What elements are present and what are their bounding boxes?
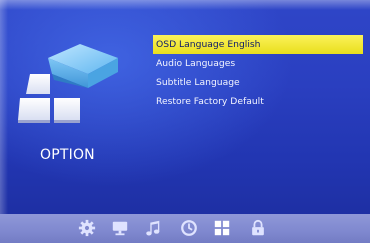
music-note-icon[interactable]	[144, 219, 162, 237]
menu-item-restore-factory-default[interactable]: Restore Factory Default	[153, 92, 363, 111]
option-menu: OSD Language English Audio Languages Sub…	[153, 35, 363, 111]
menu-item-subtitle-language[interactable]: Subtitle Language	[153, 73, 363, 92]
monitor-icon[interactable]	[111, 219, 129, 237]
option-tiles-icon[interactable]	[213, 219, 231, 237]
footer-tab-bar	[0, 214, 370, 243]
menu-item-osd-language[interactable]: OSD Language English	[153, 35, 363, 54]
osd-screen: OPTION OSD Language English Audio Langua…	[0, 0, 370, 243]
screen-bevel-left	[0, 0, 8, 243]
screen-bevel	[0, 0, 370, 10]
gear-icon[interactable]	[78, 219, 96, 237]
category-title: OPTION	[40, 147, 95, 163]
lock-icon[interactable]	[249, 219, 267, 237]
menu-item-audio-languages[interactable]: Audio Languages	[153, 54, 363, 73]
clock-icon[interactable]	[180, 219, 198, 237]
option-tiles-icon	[18, 44, 118, 123]
